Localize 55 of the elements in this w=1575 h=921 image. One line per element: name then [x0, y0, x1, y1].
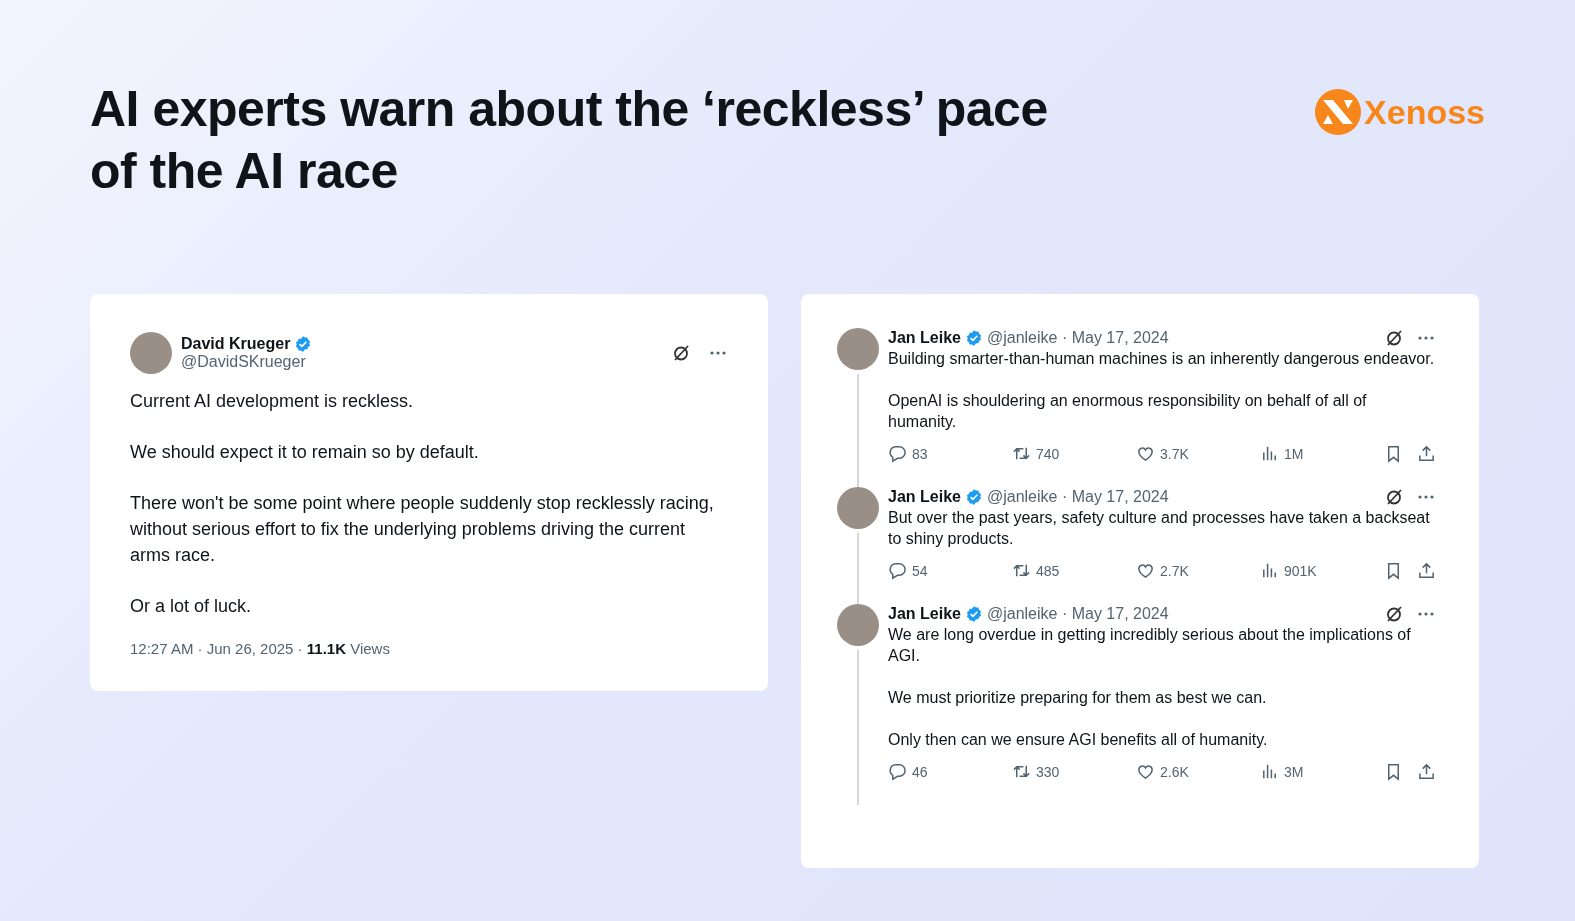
reply-count: 46: [912, 763, 928, 780]
bar-chart-icon[interactable]: [1260, 444, 1279, 463]
avatar[interactable]: [837, 328, 879, 370]
author-handle[interactable]: @DavidSKrueger: [181, 353, 306, 370]
avatar[interactable]: [837, 604, 879, 646]
view-count: 1M: [1284, 445, 1304, 462]
tweet-text: Or a lot of luck.: [130, 595, 253, 618]
heart-icon[interactable]: [1136, 444, 1155, 463]
like-count: 3.7K: [1160, 445, 1189, 462]
author-handle-date[interactable]: @janleike · May 17, 2024: [986, 329, 1169, 347]
repost-count: 740: [1036, 445, 1060, 462]
headline-line: of the AI race: [90, 142, 399, 201]
repost-count: 485: [1036, 562, 1060, 579]
headline-line: AI experts warn about the ‘reckless’ pace: [90, 80, 1048, 139]
avatar[interactable]: [837, 487, 879, 529]
tweet-text: We are long overdue in getting incredibly serious about the implications of AGI.: [888, 625, 1412, 666]
tweet-text: But over the past years, safety culture and processes have taken a backseat to shiny products.: [888, 508, 1431, 549]
reply-icon[interactable]: [888, 444, 907, 463]
logo-icon: [1314, 88, 1363, 136]
tweet-text: Current AI development is reckless.: [130, 390, 415, 413]
reply-icon[interactable]: [888, 561, 907, 580]
share-icon[interactable]: [1417, 561, 1436, 580]
slashed-circle-icon[interactable]: [1384, 328, 1404, 348]
share-icon[interactable]: [1417, 762, 1436, 781]
view-count: 3M: [1284, 763, 1304, 780]
author-handle-date[interactable]: @janleike · May 17, 2024: [986, 605, 1169, 623]
logo-text: Xenoss: [1364, 92, 1485, 132]
tweet-text: We should expect it to remain so by default.: [130, 441, 480, 464]
share-icon[interactable]: [1417, 444, 1436, 463]
slashed-circle-icon[interactable]: [1384, 487, 1404, 507]
slashed-circle-icon[interactable]: [1384, 604, 1404, 624]
view-count: 901K: [1284, 562, 1317, 579]
avatar[interactable]: [130, 332, 172, 374]
author-handle-date[interactable]: @janleike · May 17, 2024: [986, 488, 1169, 506]
like-count: 2.7K: [1160, 562, 1189, 579]
tweet-text: Only then can we ensure AGI benefits all of humanity.: [888, 730, 1269, 750]
bar-chart-icon[interactable]: [1260, 561, 1279, 580]
slashed-circle-icon[interactable]: [671, 343, 691, 363]
repost-count: 330: [1036, 763, 1060, 780]
author-name[interactable]: Jan Leike: [888, 488, 961, 506]
reply-count: 83: [912, 445, 928, 462]
tweet-text: There won't be some point where people suddenly stop recklessly racing, without serious effort to fix the underlying problems driving the current arms race.: [130, 492, 715, 567]
tweet-meta: 12:27 AM · Jun 26, 2025 · 11.1K Views: [130, 640, 391, 657]
tweet-text: Building smarter-than-human machines is an inherently dangerous endeavor.: [888, 349, 1436, 369]
heart-icon[interactable]: [1136, 762, 1155, 781]
reply-icon[interactable]: [888, 762, 907, 781]
bar-chart-icon[interactable]: [1260, 762, 1279, 781]
like-count: 2.6K: [1160, 763, 1189, 780]
tweet-text: OpenAI is shouldering an enormous responsibility on behalf of all of humanity.: [888, 391, 1368, 432]
author-name[interactable]: Jan Leike: [888, 329, 961, 347]
author-name[interactable]: David Krueger: [181, 335, 291, 353]
tweet-text: We must prioritize preparing for them as best we can.: [888, 688, 1268, 708]
author-name[interactable]: Jan Leike: [888, 605, 961, 623]
heart-icon[interactable]: [1136, 561, 1155, 580]
reply-count: 54: [912, 562, 928, 579]
